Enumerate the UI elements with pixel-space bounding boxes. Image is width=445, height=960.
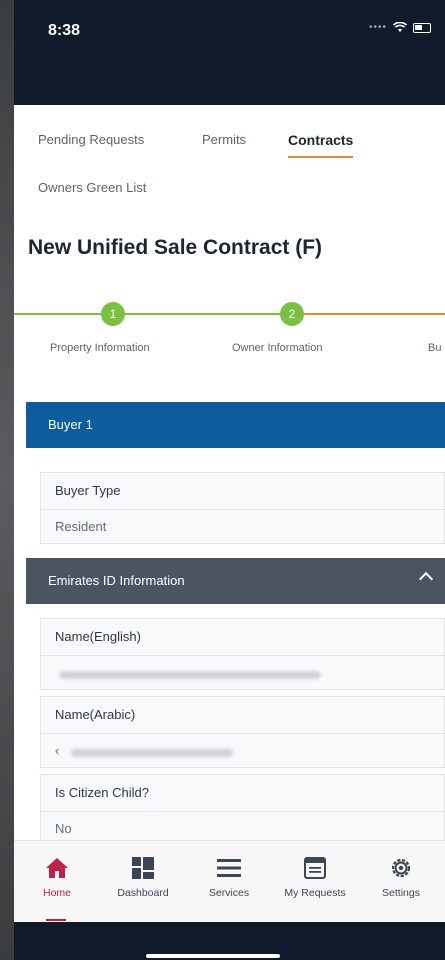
nav-my-requests[interactable]: My Requests (272, 853, 358, 899)
emirates-id-section-title: Emirates ID Information (48, 573, 185, 588)
name-arabic-label: Name(Arabic) (55, 707, 136, 722)
battery-icon (413, 22, 431, 33)
redacted-name-english (59, 671, 321, 679)
tab-contracts[interactable]: Contracts (288, 132, 354, 158)
requests-icon (272, 853, 358, 883)
buyer-type-value: Resident (55, 519, 107, 534)
gear-icon (358, 853, 444, 883)
nav-dashboard[interactable]: Dashboard (100, 853, 186, 899)
citizen-child-value: No (55, 821, 72, 836)
citizen-child-field: Is Citizen Child? No (40, 774, 445, 840)
name-english-label: Name(English) (55, 629, 141, 644)
status-time: 8:38 (48, 22, 81, 39)
nav-home-label: Home (42, 887, 71, 899)
home-icon (14, 853, 100, 883)
step-1-circle[interactable]: 1 (101, 302, 125, 326)
nav-services[interactable]: Services (186, 853, 272, 899)
step-line-current (284, 313, 445, 315)
status-icons: •••• (369, 22, 431, 33)
step-2-circle[interactable]: 2 (280, 302, 304, 326)
menu-icon (186, 853, 272, 883)
tab-permits[interactable]: Permits (202, 132, 246, 155)
field-divider (41, 733, 445, 734)
step-2-label: Owner Information (232, 342, 323, 354)
field-divider (41, 509, 445, 510)
name-english-field: Name(English) (40, 618, 445, 690)
name-arabic-prefix: ‹ (55, 743, 60, 758)
nav-dashboard-label: Dashboard (117, 887, 169, 899)
field-divider (41, 655, 445, 656)
nav-settings-label: Settings (382, 887, 420, 899)
active-tab-indicator (46, 919, 66, 921)
phone-screen: 8:38 •••• Pending Requests Permits Contr… (14, 0, 445, 960)
page-title: New Unified Sale Contract (F) (28, 236, 323, 259)
nav-home[interactable]: Home (14, 853, 100, 921)
emirates-id-section-header[interactable]: Emirates ID Information (26, 558, 445, 604)
step-line-complete (14, 313, 284, 315)
step-1-label: Property Information (50, 342, 150, 354)
redacted-name-arabic (71, 749, 233, 757)
name-arabic-field: Name(Arabic) ‹ (40, 696, 445, 768)
buyer-section-header[interactable]: Buyer 1 (26, 402, 445, 448)
field-divider (41, 811, 445, 812)
home-indicator[interactable] (146, 954, 280, 958)
buyer-type-label: Buyer Type (55, 483, 121, 498)
wifi-icon (393, 22, 407, 32)
citizen-child-label: Is Citizen Child? (55, 785, 149, 800)
signal-icon: •••• (368, 22, 387, 33)
top-tabs: Pending Requests Permits Contracts Owner… (14, 118, 445, 213)
dashboard-icon (100, 853, 186, 883)
bottom-tab-bar: Home Dashboard Services My Requests Sett… (14, 840, 445, 922)
step-3-label: Bu (428, 342, 442, 354)
chevron-up-icon[interactable] (418, 571, 434, 587)
buyer-section-title: Buyer 1 (48, 417, 93, 432)
nav-settings[interactable]: Settings (358, 853, 444, 899)
status-bar: 8:38 •••• (14, 0, 445, 105)
tab-pending-requests[interactable]: Pending Requests (38, 132, 144, 155)
background-edge (0, 0, 14, 960)
nav-my-requests-label: My Requests (284, 887, 346, 899)
buyer-type-field: Buyer Type Resident (40, 472, 445, 544)
tab-owners-green-list[interactable]: Owners Green List (38, 180, 146, 203)
nav-services-label: Services (208, 887, 250, 899)
progress-stepper: 1 2 Property Information Owner Informati… (14, 300, 445, 360)
